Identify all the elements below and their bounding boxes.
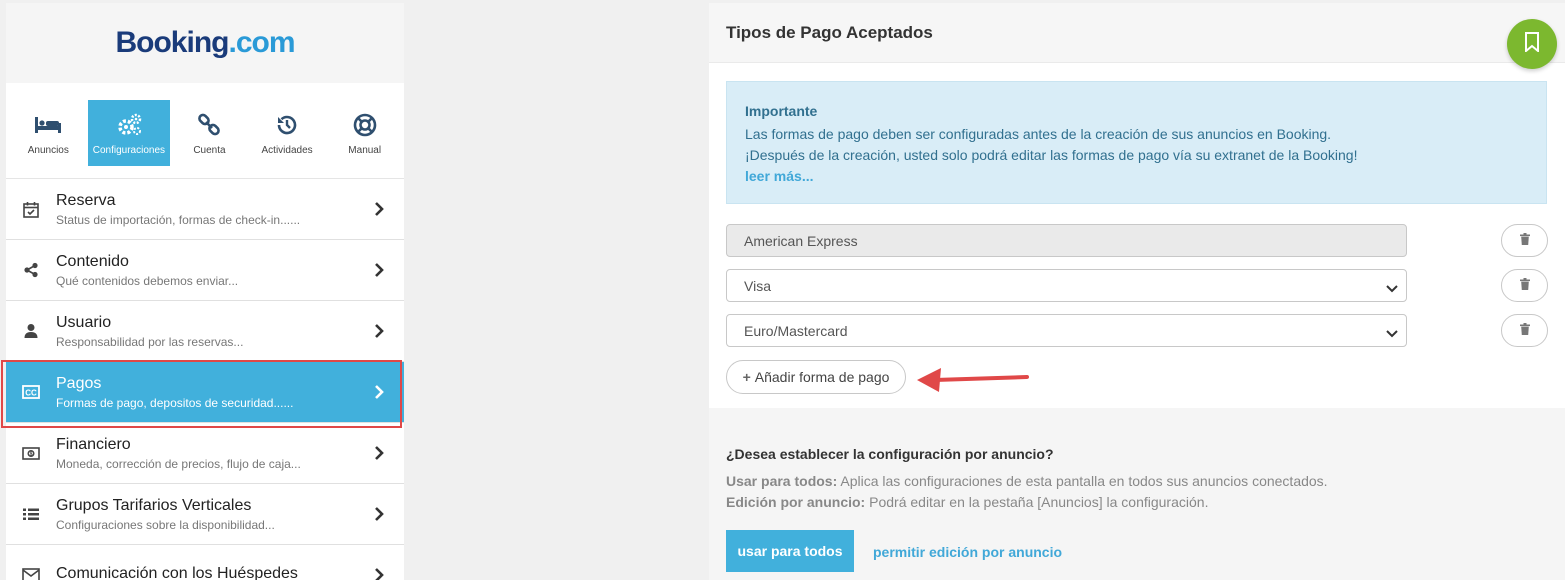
menu-item-grupos-tarifarios[interactable]: Grupos Tarifarios Verticales Configuraci…	[6, 484, 404, 545]
svg-text:CC: CC	[25, 389, 37, 398]
money-icon: $	[22, 444, 40, 462]
chevron-right-icon	[364, 507, 394, 521]
logo-part1: Booking	[115, 26, 229, 59]
chevron-right-icon	[364, 263, 394, 277]
delete-payment-button[interactable]	[1501, 314, 1548, 347]
menu-item-subtitle: Responsabilidad por las reservas...	[56, 334, 244, 349]
menu-item-subtitle: Configuraciones sobre la disponibilidad.…	[56, 517, 275, 532]
read-more-link[interactable]: leer más...	[745, 166, 1528, 187]
plus-icon: +	[742, 369, 751, 385]
bookmark-button[interactable]	[1507, 19, 1557, 69]
trash-icon	[1519, 277, 1530, 295]
usar-para-todos-text: Aplica las configuraciones de esta panta…	[837, 473, 1328, 489]
nav-anuncios[interactable]: Anuncios	[10, 100, 87, 166]
link-icon	[197, 111, 221, 139]
logo-area: Booking.com	[6, 3, 404, 83]
list-icon	[22, 505, 40, 523]
bed-icon	[34, 111, 62, 139]
edicion-por-anuncio-label: Edición por anuncio:	[726, 494, 866, 510]
menu-item-comunicacion[interactable]: Comunicación con los Huéspedes	[6, 545, 404, 580]
delete-payment-button[interactable]	[1501, 269, 1548, 302]
add-payment-method-button[interactable]: + Añadir forma de pago	[726, 360, 906, 394]
menu-item-title: Comunicación con los Huéspedes	[56, 564, 298, 580]
trash-icon	[1519, 232, 1530, 250]
menu-item-subtitle: Qué contenidos debemos enviar...	[56, 273, 239, 288]
payment-method-value: American Express	[744, 232, 858, 249]
menu-item-reserva[interactable]: Reserva Status de importación, formas de…	[6, 179, 404, 240]
menu-item-title: Financiero	[56, 435, 131, 453]
chevron-down-icon	[1386, 325, 1398, 341]
lifebuoy-icon	[353, 111, 377, 139]
top-nav: Anuncios Configuraciones Cuenta Activida…	[6, 83, 404, 179]
menu-item-subtitle: Formas de pago, depositos de securidad..…	[56, 395, 294, 410]
alert-line-1: Las formas de pago deben ser configurada…	[745, 126, 1332, 142]
payment-method-select[interactable]: Visa	[726, 269, 1407, 302]
allow-per-listing-edit-link[interactable]: permitir edición por anuncio	[873, 544, 1062, 560]
trash-icon	[1519, 322, 1530, 340]
nav-label: Configuraciones	[92, 144, 166, 156]
edicion-por-anuncio-description: Edición por anuncio: Podrá editar en la …	[726, 492, 1565, 513]
nav-manual[interactable]: Manual	[326, 100, 403, 166]
nav-label: Manual	[348, 144, 382, 156]
menu-item-title: Pagos	[56, 374, 102, 392]
chevron-right-icon	[364, 385, 394, 399]
menu-item-financiero[interactable]: $ Financiero Moneda, corrección de preci…	[6, 423, 404, 484]
chevron-right-icon	[364, 202, 394, 216]
delete-payment-button[interactable]	[1501, 224, 1548, 257]
alert-title: Importante	[745, 103, 818, 119]
menu-item-title: Grupos Tarifarios Verticales	[56, 496, 252, 514]
share-icon	[22, 261, 40, 279]
menu-item-title: Reserva	[56, 191, 116, 209]
sidebar: Booking.com Anuncios Configuraciones Cue…	[6, 3, 404, 580]
nav-label: Anuncios	[27, 144, 69, 156]
menu-item-subtitle: Status de importación, formas de check-i…	[56, 212, 301, 227]
info-alert: Importante Las formas de pago deben ser …	[726, 81, 1547, 204]
nav-actividades[interactable]: Actividades	[249, 100, 326, 166]
menu-item-pagos[interactable]: CC Pagos Formas de pago, depositos de se…	[6, 362, 404, 423]
usar-para-todos-label: Usar para todos:	[726, 473, 838, 489]
menu-item-title: Usuario	[56, 313, 112, 331]
logo-part2: .com	[228, 26, 295, 59]
nav-label: Actividades	[261, 144, 313, 156]
menu-item-subtitle: Moneda, corrección de precios, flujo de …	[56, 456, 301, 471]
bookmark-icon	[1524, 31, 1540, 57]
nav-cuenta[interactable]: Cuenta	[171, 100, 248, 166]
chevron-right-icon	[364, 446, 394, 460]
history-icon	[275, 111, 299, 139]
payment-method-field: American Express	[726, 224, 1407, 257]
usar-para-todos-description: Usar para todos: Aplica las configuracio…	[726, 471, 1565, 492]
page-title: Tipos de Pago Aceptados	[726, 23, 933, 42]
user-icon	[22, 322, 40, 340]
payment-method-value: Visa	[744, 277, 771, 294]
chevron-right-icon	[364, 324, 394, 338]
red-arrow-annotation	[917, 368, 1029, 392]
main-panel: Tipos de Pago Aceptados Importante Las f…	[709, 3, 1565, 580]
booking-logo[interactable]: Booking.com	[115, 26, 295, 60]
envelope-icon	[22, 566, 40, 580]
config-question: ¿Desea establecer la configuración por a…	[726, 446, 1054, 462]
add-button-label: Añadir forma de pago	[754, 369, 890, 385]
chevron-right-icon	[364, 568, 394, 580]
edicion-por-anuncio-text: Podrá editar en la pestaña [Anuncios] la…	[865, 494, 1209, 510]
calendar-check-icon	[22, 200, 40, 218]
credit-card-icon: CC	[22, 383, 40, 401]
per-listing-config-section: ¿Desea establecer la configuración por a…	[709, 408, 1565, 580]
use-for-all-button[interactable]: usar para todos	[726, 530, 854, 572]
payment-method-value: Euro/Mastercard	[744, 322, 848, 339]
menu-item-usuario[interactable]: Usuario Responsabilidad por las reservas…	[6, 301, 404, 362]
alert-line-2: ¡Después de la creación, usted solo podr…	[745, 147, 1358, 163]
nav-label: Cuenta	[193, 144, 226, 156]
menu-item-title: Contenido	[56, 252, 129, 270]
menu-item-contenido[interactable]: Contenido Qué contenidos debemos enviar.…	[6, 240, 404, 301]
payment-method-select[interactable]: Euro/Mastercard	[726, 314, 1407, 347]
nav-configuraciones[interactable]: Configuraciones	[87, 100, 171, 166]
chevron-down-icon	[1386, 280, 1398, 296]
panel-header: Tipos de Pago Aceptados	[709, 3, 1565, 63]
gears-icon	[115, 111, 143, 139]
svg-text:$: $	[29, 451, 32, 457]
